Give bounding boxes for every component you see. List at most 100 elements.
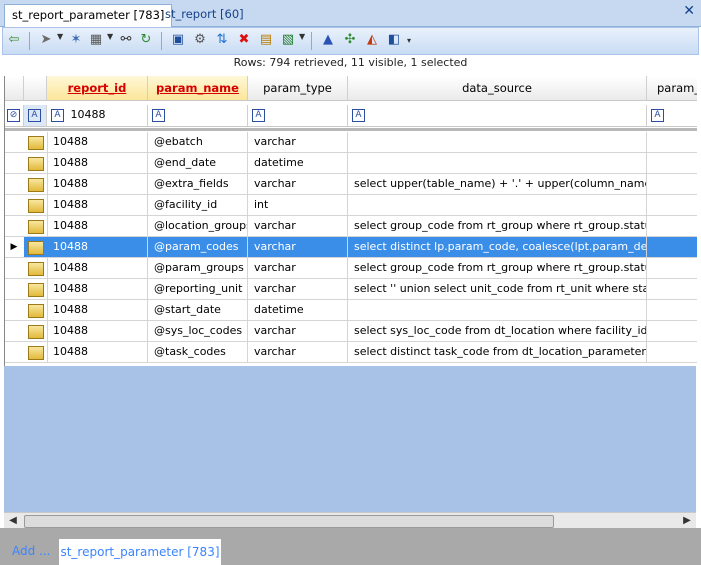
more-icon[interactable]: ▾ <box>407 36 411 45</box>
filter-input-report-id[interactable]: 10488 <box>71 108 106 121</box>
cell-param-type[interactable]: varchar <box>248 174 348 194</box>
cell-param-more[interactable] <box>647 321 697 341</box>
column-header-param-type[interactable]: param_type <box>248 76 348 100</box>
cell-param-type[interactable]: varchar <box>248 321 348 341</box>
cell-param-type[interactable]: varchar <box>248 279 348 299</box>
chevron-down-icon[interactable]: ▼ <box>107 32 113 41</box>
cell-param-name[interactable]: @task_codes <box>148 342 248 362</box>
table-row[interactable]: 10488 @start_date datetime <box>5 300 697 321</box>
table-row[interactable]: 10488 @ebatch varchar <box>5 132 697 153</box>
table-row[interactable]: ▶ 10488 @param_codes varchar select distinct… <box>5 237 697 258</box>
tab-st-report[interactable]: st_report [60] <box>158 4 251 25</box>
grid-icon[interactable]: ▦ <box>87 31 105 49</box>
cell-param-type[interactable]: datetime <box>248 153 348 173</box>
table-row[interactable]: 10488 @sys_loc_codes varchar select sys_loc… <box>5 321 697 342</box>
filter-text-icon[interactable]: A <box>651 109 664 122</box>
cell-param-more[interactable] <box>647 132 697 152</box>
cell-data-source[interactable]: select sys_loc_code from dt_location whe… <box>348 321 647 341</box>
save-icon[interactable]: ▣ <box>169 31 187 49</box>
table-row[interactable]: 10488 @reporting_unit varchar select '' uni… <box>5 279 697 300</box>
cell-report-id[interactable]: 10488 <box>47 195 148 215</box>
cell-report-id[interactable]: 10488 <box>47 279 148 299</box>
filter-icon[interactable]: ◧ <box>385 31 403 49</box>
filter-text-icon[interactable]: A <box>152 109 165 122</box>
cell-param-name[interactable]: @facility_id <box>148 195 248 215</box>
cell-report-id[interactable]: 10488 <box>47 237 148 257</box>
gear-icon[interactable]: ⚙ <box>191 31 209 49</box>
cell-report-id[interactable]: 10488 <box>47 300 148 320</box>
back-arrow-icon[interactable]: ⇦ <box>5 31 23 49</box>
horizontal-scrollbar[interactable]: ◀ ▶ <box>4 512 696 528</box>
table-row[interactable]: 10488 @param_groups varchar select group_co… <box>5 258 697 279</box>
tab-st-report-parameter[interactable]: st_report_parameter [783] <box>4 4 173 27</box>
cell-data-source[interactable]: select group_code from rt_group where rt… <box>348 258 647 278</box>
column-header-report-id[interactable]: report_id <box>47 76 148 100</box>
cell-param-name[interactable]: @reporting_unit <box>148 279 248 299</box>
filter-text-icon[interactable]: A <box>28 109 41 122</box>
cell-param-name[interactable]: @param_groups <box>148 258 248 278</box>
cell-report-id[interactable]: 10488 <box>47 132 148 152</box>
table-row[interactable]: 10488 @extra_fields varchar select upper(ta… <box>5 174 697 195</box>
scrollbar-thumb[interactable] <box>24 515 554 528</box>
cell-param-more[interactable] <box>647 237 697 257</box>
chart-icon[interactable]: ▲ <box>319 31 337 49</box>
cell-param-type[interactable]: varchar <box>248 132 348 152</box>
filter-text-icon[interactable]: A <box>51 109 64 122</box>
cell-param-more[interactable] <box>647 216 697 236</box>
cell-param-name[interactable]: @location_groups <box>148 216 248 236</box>
cell-data-source[interactable] <box>348 195 647 215</box>
table-row[interactable]: 10488 @location_groups varchar select group… <box>5 216 697 237</box>
column-header-data-source[interactable]: data_source <box>348 76 647 100</box>
cell-param-more[interactable] <box>647 342 697 362</box>
cell-data-source[interactable] <box>348 153 647 173</box>
pin-icon[interactable]: ✶ <box>67 31 85 49</box>
cell-report-id[interactable]: 10488 <box>47 174 148 194</box>
table-row[interactable]: 10488 @end_date datetime <box>5 153 697 174</box>
filter-text-icon[interactable]: A <box>252 109 265 122</box>
cell-data-source[interactable]: select upper(table_name) + '.' + upper(c… <box>348 174 647 194</box>
cell-data-source[interactable] <box>348 132 647 152</box>
cell-param-name[interactable]: @start_date <box>148 300 248 320</box>
chevron-down-icon[interactable]: ▼ <box>57 32 63 41</box>
excel-icon[interactable]: ▧ <box>279 31 297 49</box>
filter-text-icon[interactable]: A <box>352 109 365 122</box>
tools-icon[interactable]: ✣ <box>341 31 359 49</box>
cell-data-source[interactable]: select distinct task_code from dt_locati… <box>348 342 647 362</box>
cell-report-id[interactable]: 10488 <box>47 258 148 278</box>
cell-data-source[interactable]: select distinct lp.param_code, coalesce(… <box>348 237 647 257</box>
cell-param-name[interactable]: @extra_fields <box>148 174 248 194</box>
cell-report-id[interactable]: 10488 <box>47 342 148 362</box>
cell-report-id[interactable]: 10488 <box>47 153 148 173</box>
cell-param-more[interactable] <box>647 174 697 194</box>
cell-param-type[interactable]: int <box>248 195 348 215</box>
chevron-down-icon[interactable]: ▼ <box>299 32 305 41</box>
cell-param-name[interactable]: @end_date <box>148 153 248 173</box>
cell-param-name[interactable]: @ebatch <box>148 132 248 152</box>
cell-report-id[interactable]: 10488 <box>47 321 148 341</box>
cell-param-type[interactable]: varchar <box>248 342 348 362</box>
scroll-right-icon[interactable]: ▶ <box>680 513 694 528</box>
table-row[interactable]: 10488 @task_codes varchar select distinct t… <box>5 342 697 363</box>
filter-clear-icon[interactable]: ⊘ <box>7 109 20 122</box>
cell-data-source[interactable] <box>348 300 647 320</box>
table-row[interactable]: 10488 @facility_id int <box>5 195 697 216</box>
binoculars-icon[interactable]: ⚯ <box>117 31 135 49</box>
sort-icon[interactable]: ⇅ <box>213 31 231 49</box>
cell-param-type[interactable]: varchar <box>248 216 348 236</box>
column-header-param-more[interactable]: param_ <box>647 76 697 100</box>
add-tab-link[interactable]: Add ... <box>12 544 51 558</box>
scroll-left-icon[interactable]: ◀ <box>6 513 20 528</box>
cell-param-more[interactable] <box>647 195 697 215</box>
close-icon[interactable]: ✕ <box>683 3 695 19</box>
cell-param-type[interactable]: varchar <box>248 237 348 257</box>
refresh-icon[interactable]: ↻ <box>137 31 155 49</box>
delete-icon[interactable]: ✖ <box>235 31 253 49</box>
cell-param-name[interactable]: @sys_loc_codes <box>148 321 248 341</box>
export-icon[interactable]: ▤ <box>257 31 275 49</box>
cell-param-more[interactable] <box>647 300 697 320</box>
cell-param-name[interactable]: @param_codes <box>148 237 248 257</box>
run-icon[interactable]: ➤ <box>37 31 55 49</box>
cell-param-more[interactable] <box>647 279 697 299</box>
cell-param-type[interactable]: varchar <box>248 258 348 278</box>
cell-data-source[interactable]: select '' union select unit_code from rt… <box>348 279 647 299</box>
